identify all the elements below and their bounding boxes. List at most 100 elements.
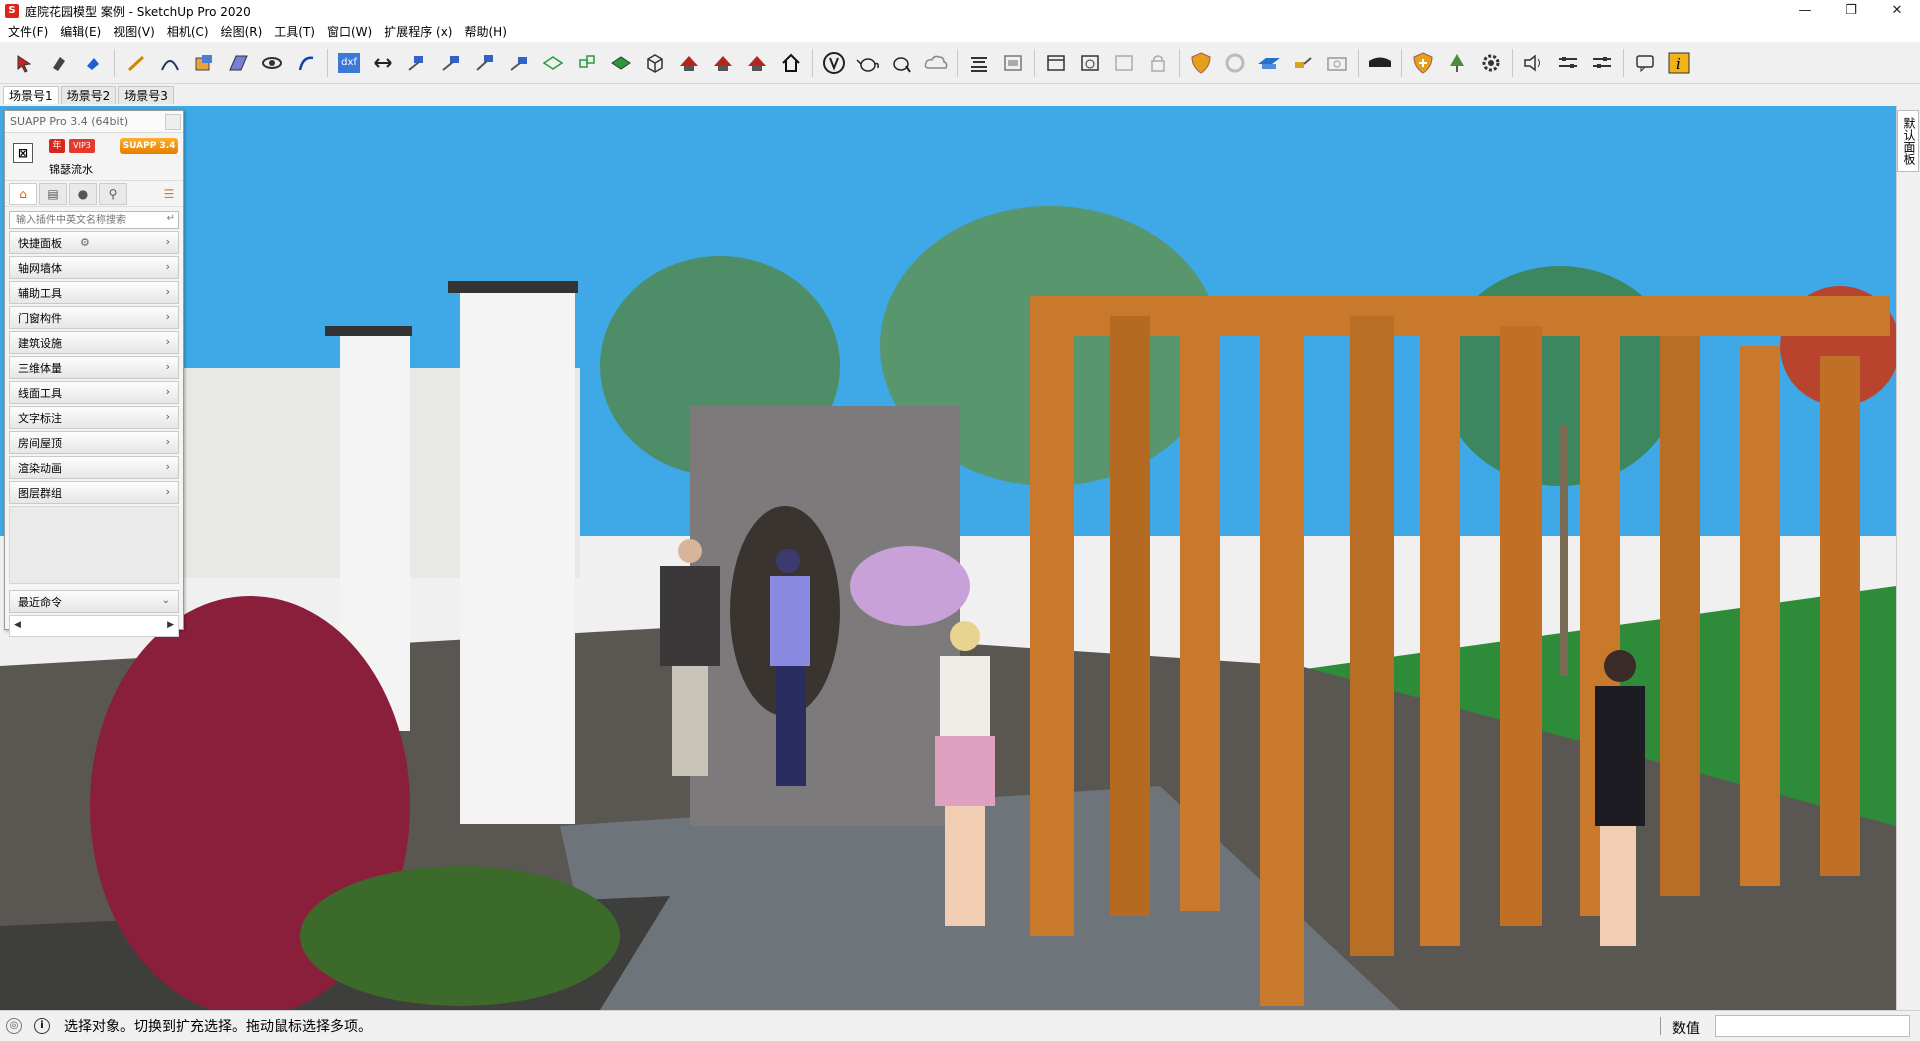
sliders-alt-icon[interactable] [1587, 48, 1617, 78]
user-icon[interactable]: ● [69, 182, 97, 205]
frame-buffer-icon[interactable] [964, 48, 994, 78]
teapot-interactive-icon[interactable] [887, 48, 917, 78]
export-icon[interactable] [1254, 48, 1284, 78]
box-icon[interactable] [640, 48, 670, 78]
minimize-button[interactable]: — [1782, 0, 1828, 22]
move-icon[interactable] [368, 48, 398, 78]
sketchup-app-icon[interactable]: S [5, 4, 19, 18]
shield-icon[interactable] [1186, 48, 1216, 78]
cloud-icon[interactable] [921, 48, 951, 78]
close-button[interactable]: ✕ [1874, 0, 1920, 22]
window-render-icon[interactable] [1075, 48, 1105, 78]
eraser-icon[interactable] [44, 48, 74, 78]
rectangle-icon[interactable] [189, 48, 219, 78]
right-tray: 默认面板 [1896, 106, 1920, 1010]
category-layers-groups[interactable]: 图层群组 › [9, 481, 179, 504]
vray-icon[interactable] [819, 48, 849, 78]
push-pull-icon[interactable] [223, 48, 253, 78]
toolbar-separator [1512, 48, 1513, 77]
suapp-close-button[interactable] [165, 114, 181, 130]
select-icon[interactable] [10, 48, 40, 78]
toolbar-separator [114, 48, 115, 77]
arc-icon[interactable] [155, 48, 185, 78]
protractor-icon[interactable] [436, 48, 466, 78]
component-icon[interactable] [572, 48, 602, 78]
flat-diamond-icon[interactable] [606, 48, 636, 78]
search-icon[interactable]: ⚲ [99, 182, 127, 205]
scene-tab-3[interactable]: 场景号3 [118, 86, 174, 104]
lock-icon[interactable] [1143, 48, 1173, 78]
teapot-icon[interactable] [853, 48, 883, 78]
search-enter-icon[interactable]: ↵ [167, 213, 175, 224]
info-icon[interactable]: i [1664, 48, 1694, 78]
sliders-icon[interactable] [1553, 48, 1583, 78]
tape-measure-icon[interactable] [402, 48, 432, 78]
camera-icon[interactable] [1322, 48, 1352, 78]
home-icon[interactable]: ⌂ [9, 182, 37, 205]
text-icon[interactable] [504, 48, 534, 78]
tree-icon[interactable] [1442, 48, 1472, 78]
menu-extensions[interactable]: 扩展程序 (x) [378, 22, 458, 42]
gear-icon[interactable]: ⚙ [80, 236, 90, 249]
recent-commands[interactable]: 最近命令 ⌄ [9, 590, 179, 613]
diamond-icon[interactable] [538, 48, 568, 78]
category-line-face-tools[interactable]: 线面工具 › [9, 381, 179, 404]
category-doors-windows[interactable]: 门窗构件 › [9, 306, 179, 329]
viewport-render-icon[interactable] [998, 48, 1028, 78]
shield-plus-icon[interactable] [1408, 48, 1438, 78]
pan-icon[interactable] [291, 48, 321, 78]
category-text-annotation[interactable]: 文字标注 › [9, 406, 179, 429]
window-controls: — ❐ ✕ [1782, 0, 1920, 22]
menu-view[interactable]: 视图(V) [107, 22, 161, 42]
folder-icon[interactable]: ▤ [39, 182, 67, 205]
toolbar-separator [1358, 48, 1359, 77]
scene-tab-1[interactable]: 场景号1 [3, 86, 59, 104]
window-disabled-icon[interactable] [1109, 48, 1139, 78]
menu-tools[interactable]: 工具(T) [268, 22, 321, 42]
menu-draw[interactable]: 绘图(R) [215, 22, 269, 42]
restore-button[interactable]: ❐ [1828, 0, 1874, 22]
model-viewport[interactable] [0, 106, 1896, 1010]
chat-icon[interactable] [1630, 48, 1660, 78]
paint-bucket-icon[interactable] [78, 48, 108, 78]
category-room-roof[interactable]: 房间屋顶 › [9, 431, 179, 454]
dxf-import-icon[interactable]: dxf [334, 48, 364, 78]
horizontal-scrollbar[interactable]: ◀ ▶ [9, 615, 179, 637]
shed-roof-icon[interactable] [742, 48, 772, 78]
speaker-icon[interactable] [1519, 48, 1549, 78]
category-aux-tools[interactable]: 辅助工具 › [9, 281, 179, 304]
default-tray-tab[interactable]: 默认面板 [1897, 110, 1919, 172]
avatar[interactable]: ⊠ [13, 143, 33, 163]
search-input[interactable] [10, 212, 178, 229]
light-icon[interactable] [1288, 48, 1318, 78]
orbit-icon[interactable] [257, 48, 287, 78]
menu-file[interactable]: 文件(F) [2, 22, 54, 42]
list-icon[interactable]: ☰ [159, 183, 179, 205]
gable-roof-icon[interactable] [708, 48, 738, 78]
house-icon[interactable] [776, 48, 806, 78]
menu-camera[interactable]: 相机(C) [161, 22, 215, 42]
vr-headset-icon[interactable] [1365, 48, 1395, 78]
hip-roof-icon[interactable] [674, 48, 704, 78]
sync-icon[interactable] [1220, 48, 1250, 78]
settings-gear-icon[interactable] [1476, 48, 1506, 78]
scroll-right-icon[interactable]: ▶ [167, 620, 174, 630]
category-building-facilities[interactable]: 建筑设施 › [9, 331, 179, 354]
window-icon[interactable] [1041, 48, 1071, 78]
measurements-input[interactable] [1715, 1015, 1910, 1037]
info-icon[interactable]: i [34, 1018, 50, 1034]
category-render-animation[interactable]: 渲染动画 › [9, 456, 179, 479]
category-quick-panel[interactable]: 快捷面板 ⚙ › [9, 231, 179, 254]
menu-edit[interactable]: 编辑(E) [54, 22, 107, 42]
menu-help[interactable]: 帮助(H) [458, 22, 512, 42]
category-axis-walls[interactable]: 轴网墙体 › [9, 256, 179, 279]
category-3d-volume[interactable]: 三维体量 › [9, 356, 179, 379]
scroll-left-icon[interactable]: ◀ [14, 620, 21, 630]
suapp-title: SUAPP Pro 3.4 (64bit) [10, 115, 129, 128]
section-plane-icon[interactable] [470, 48, 500, 78]
scene-tab-2[interactable]: 场景号2 [60, 86, 117, 104]
line-icon[interactable] [121, 48, 151, 78]
menu-window[interactable]: 窗口(W) [321, 22, 378, 42]
geo-location-icon[interactable]: ◎ [6, 1018, 22, 1034]
suapp-version-badge[interactable]: SUAPP 3.4 [120, 138, 178, 154]
